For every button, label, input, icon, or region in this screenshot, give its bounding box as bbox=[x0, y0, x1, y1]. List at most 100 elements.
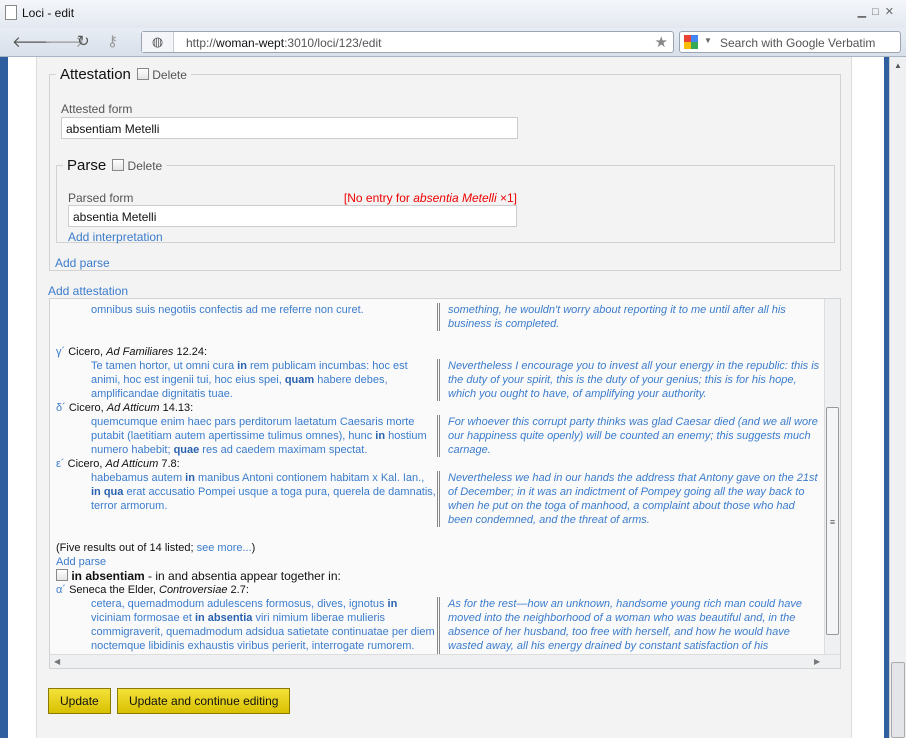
citation-pair: habebamus autem in manibus Antoni contio… bbox=[56, 471, 826, 527]
translation-text: For whoever this corrupt party thinks wa… bbox=[448, 416, 818, 456]
citation-ref: 2.7: bbox=[227, 584, 249, 596]
scrollbar-thumb[interactable] bbox=[891, 662, 905, 738]
citation-author: Cicero, bbox=[67, 458, 106, 470]
matched-word: in bbox=[387, 598, 398, 610]
citation-pair: omnibus suis negotiis confectis ad me re… bbox=[56, 303, 826, 331]
citation-header: δ´ Cicero, Ad Atticum 14.13: bbox=[56, 401, 826, 415]
google-icon bbox=[684, 35, 698, 49]
reload-icon[interactable]: ↻ bbox=[77, 32, 90, 50]
add-attestation-link[interactable]: Add attestation bbox=[48, 284, 128, 298]
key-icon[interactable]: ⚷ bbox=[107, 32, 118, 50]
url-text[interactable]: http://woman-wept:3010/loci/123/edit bbox=[186, 36, 381, 50]
citation-author: Seneca the Elder, bbox=[69, 584, 159, 596]
parsed-form-input[interactable]: absentia Metelli bbox=[68, 205, 517, 227]
vertical-scrollbar[interactable]: ≡ bbox=[824, 299, 840, 656]
phrase-term: in absentiam bbox=[68, 569, 145, 583]
add-parse-link[interactable]: Add parse bbox=[56, 555, 826, 569]
matched-word: in qua bbox=[91, 486, 124, 498]
error-text: [No entry for bbox=[343, 191, 414, 205]
delete-label: Delete bbox=[152, 68, 187, 82]
citation-ref: 7.8: bbox=[158, 458, 180, 470]
browser-toolbar: 🡐 🡒 ↻ ⚷ ◍ http://woman-wept:3010/loci/12… bbox=[0, 28, 906, 57]
scroll-up-icon[interactable]: ▲ bbox=[894, 61, 902, 70]
latin-text: habebamus autem in manibus Antoni contio… bbox=[91, 471, 437, 527]
results-content: omnibus suis negotiis confectis ad me re… bbox=[56, 303, 826, 668]
url-path: :3010/loci/123/edit bbox=[284, 36, 382, 50]
translation-text: Nevertheless I encourage you to invest a… bbox=[448, 360, 820, 400]
window-controls[interactable]: ▁□✕ bbox=[858, 5, 900, 18]
matched-word: in bbox=[185, 472, 195, 484]
summary-text: (Five results out of 14 listed; bbox=[56, 542, 197, 554]
delete-attestation-checkbox[interactable] bbox=[136, 68, 149, 80]
search-box[interactable]: ▼ Search with Google Verbatim bbox=[679, 31, 901, 53]
citation-ref: 12.24: bbox=[173, 346, 208, 358]
form-panel: Attestation Delete Attested form absenti… bbox=[36, 57, 852, 738]
address-bar[interactable]: ◍ http://woman-wept:3010/loci/123/edit ★ bbox=[141, 31, 674, 53]
citation-header: γ´ Cicero, Ad Familiares 12.24: bbox=[56, 345, 826, 359]
citation-header: ε´ Cicero, Ad Atticum 7.8: bbox=[56, 457, 826, 471]
translation-text: something, he wouldn't worry about repor… bbox=[448, 304, 786, 330]
attested-form-label: Attested form bbox=[61, 102, 133, 116]
translation-text: Nevertheless we had in our hands the add… bbox=[448, 472, 818, 526]
attestation-title: Attestation bbox=[60, 66, 131, 83]
citation-work: Controversiae bbox=[159, 584, 228, 596]
error-text: ×1] bbox=[496, 191, 517, 205]
attestation-legend: Attestation Delete bbox=[56, 66, 191, 83]
citation-letter: α´ bbox=[56, 584, 70, 596]
matched-word: quam bbox=[284, 374, 315, 386]
matched-word: in bbox=[237, 360, 247, 372]
latin-segment: res ad caedem maximam spectat. bbox=[199, 444, 368, 456]
latin-text: omnibus suis negotiis confectis ad me re… bbox=[91, 303, 437, 331]
horizontal-scrollbar[interactable]: ◀ ▶ bbox=[50, 654, 840, 668]
delete-label: Delete bbox=[127, 159, 163, 173]
see-more-link[interactable]: see more... bbox=[197, 542, 252, 554]
page-scrollbar[interactable]: ▲ bbox=[889, 57, 906, 738]
matched-word: quae bbox=[173, 444, 200, 456]
scroll-right-icon[interactable]: ▶ bbox=[814, 657, 820, 666]
citation-header: α´ Seneca the Elder, Controversiae 2.7: bbox=[56, 583, 826, 597]
star-icon[interactable]: ★ bbox=[655, 33, 668, 51]
add-parse-link[interactable]: Add parse bbox=[55, 256, 110, 270]
add-interpretation-link[interactable]: Add interpretation bbox=[68, 230, 163, 244]
window-frame bbox=[0, 57, 8, 738]
error-term: absentia Metelli bbox=[413, 191, 497, 205]
phrase-checkbox[interactable] bbox=[56, 569, 68, 581]
parse-title: Parse bbox=[67, 157, 107, 174]
url-host: woman-wept bbox=[216, 36, 285, 50]
scroll-left-icon[interactable]: ◀ bbox=[54, 657, 60, 666]
latin-text: quemcumque enim haec pars perditorum lae… bbox=[91, 415, 437, 457]
dropdown-arrow-icon[interactable]: ▼ bbox=[704, 36, 712, 45]
results-summary: (Five results out of 14 listed; see more… bbox=[56, 541, 826, 555]
latin-segment: quemcumque enim haec pars perditorum lae… bbox=[91, 416, 415, 442]
matched-word: in absentia bbox=[194, 612, 253, 624]
title-bar: Loci - edit ▁□✕ bbox=[0, 0, 906, 28]
citation-pair: Te tamen hortor, ut omni cura in rem pub… bbox=[56, 359, 826, 401]
phrase-header: in absentiam - in and absentia appear to… bbox=[56, 569, 826, 583]
latin-segment: erat accusatio Pompei usque a toga pura,… bbox=[91, 486, 436, 512]
scrollbar-thumb[interactable]: ≡ bbox=[826, 407, 839, 635]
citation-work: Ad Atticum bbox=[105, 458, 159, 470]
window-title: Loci - edit bbox=[22, 6, 75, 20]
latin-segment: Te tamen hortor, ut omni cura bbox=[91, 360, 238, 372]
update-continue-button[interactable]: Update and continue editing bbox=[117, 688, 291, 714]
citation-author: Cicero, bbox=[68, 346, 107, 358]
column-divider bbox=[437, 415, 440, 457]
latin-segment: manibus Antoni contionem habitam x Kal. … bbox=[194, 472, 425, 484]
globe-icon: ◍ bbox=[142, 32, 174, 52]
latin-segment: habebamus autem bbox=[91, 472, 186, 484]
citation-letter: ε´ bbox=[56, 458, 68, 470]
update-button[interactable]: Update bbox=[48, 688, 111, 714]
attestation-fieldset: Attestation Delete Attested form absenti… bbox=[49, 66, 841, 271]
page: Attestation Delete Attested form absenti… bbox=[8, 57, 884, 738]
column-divider bbox=[437, 471, 440, 527]
attested-form-input[interactable]: absentiam Metelli bbox=[61, 117, 518, 139]
parsed-form-label: Parsed form bbox=[68, 191, 134, 205]
latin-segment: cetera, quemadmodum adulescens formosus,… bbox=[91, 598, 388, 610]
results-scroll-box[interactable]: omnibus suis negotiis confectis ad me re… bbox=[49, 298, 841, 669]
citation-work: Ad Atticum bbox=[106, 402, 160, 414]
column-divider bbox=[437, 359, 440, 401]
latin-text: Te tamen hortor, ut omni cura in rem pub… bbox=[91, 359, 437, 401]
citation-author: Cicero, bbox=[68, 402, 107, 414]
delete-parse-checkbox[interactable] bbox=[112, 159, 125, 171]
citation-letter: δ´ bbox=[56, 402, 69, 414]
